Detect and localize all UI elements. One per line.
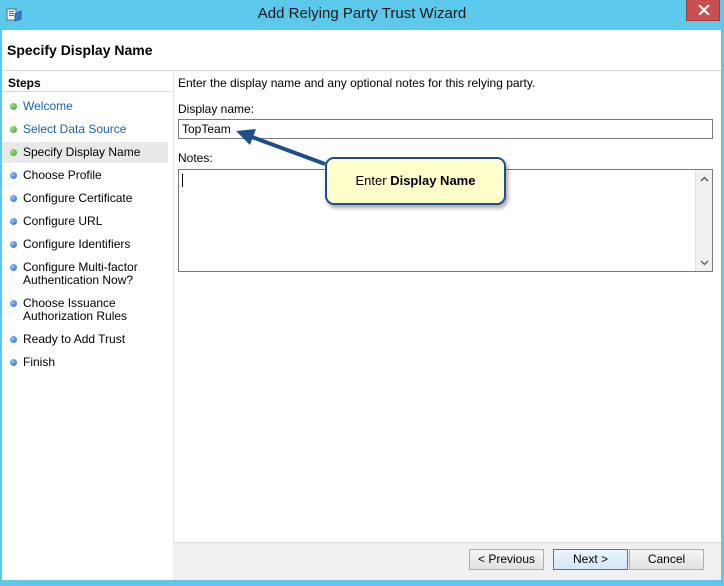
annotation-callout: Enter Display Name	[325, 157, 506, 205]
title-bar[interactable]: Add Relying Party Trust Wizard	[0, 0, 724, 30]
step-label: Finish	[23, 355, 56, 369]
wizard-window: Add Relying Party Trust Wizard Specify D…	[0, 0, 724, 586]
step-welcome[interactable]: Welcome	[2, 100, 168, 113]
chevron-up-icon	[700, 176, 708, 181]
step-pending-icon	[10, 359, 17, 366]
wizard-client-area: Specify Display Name Steps Welcome Selec…	[2, 30, 721, 580]
callout-emphasis: Display Name	[390, 173, 476, 188]
step-choose-profile[interactable]: Choose Profile	[2, 169, 168, 182]
step-label: Ready to Add Trust	[23, 332, 126, 346]
steps-divider	[2, 91, 171, 92]
step-pending-icon	[10, 336, 17, 343]
content-divider	[173, 72, 174, 580]
content-panel: Enter the display name and any optional …	[173, 72, 721, 580]
step-pending-icon	[10, 172, 17, 179]
chevron-down-icon	[700, 260, 708, 265]
button-bar: < Previous Next > Cancel	[173, 542, 721, 580]
notes-label: Notes:	[178, 151, 213, 165]
step-label: Configure Certificate	[23, 191, 133, 205]
step-label: Specify Display Name	[23, 145, 141, 159]
step-label-line2: Authorization Rules	[23, 309, 128, 323]
step-label: Select Data Source	[23, 122, 127, 136]
display-name-label: Display name:	[178, 102, 255, 116]
step-specify-display-name[interactable]: Specify Display Name	[2, 142, 168, 163]
previous-button[interactable]: < Previous	[469, 549, 544, 570]
close-button[interactable]	[686, 0, 720, 21]
step-ready-to-add-trust[interactable]: Ready to Add Trust	[2, 333, 168, 346]
notes-scrollbar[interactable]	[695, 170, 712, 271]
callout-prefix: Enter	[355, 173, 391, 188]
step-complete-icon	[10, 103, 17, 110]
step-complete-icon	[10, 149, 17, 156]
step-label: Configure Identifiers	[23, 237, 131, 251]
cancel-button[interactable]: Cancel	[629, 549, 704, 570]
steps-heading: Steps	[8, 76, 41, 90]
steps-panel: Steps Welcome Select Data Source Specify…	[2, 72, 171, 580]
step-configure-multi-factor[interactable]: Configure Multi-factor Authentication No…	[2, 261, 168, 287]
step-label: Configure URL	[23, 214, 103, 228]
step-label: Welcome	[23, 99, 73, 113]
step-configure-url[interactable]: Configure URL	[2, 215, 168, 228]
step-select-data-source[interactable]: Select Data Source	[2, 123, 168, 136]
text-caret	[182, 174, 183, 187]
display-name-input[interactable]: TopTeam	[178, 119, 713, 139]
step-pending-icon	[10, 195, 17, 202]
step-label-line2: Authentication Now?	[23, 273, 134, 287]
close-icon	[698, 5, 710, 15]
instruction-text: Enter the display name and any optional …	[178, 76, 536, 90]
step-pending-icon	[10, 264, 17, 271]
step-finish[interactable]: Finish	[2, 356, 168, 369]
scroll-up-button[interactable]	[696, 170, 712, 187]
step-complete-icon	[10, 126, 17, 133]
page-header: Specify Display Name	[2, 30, 721, 71]
step-pending-icon	[10, 300, 17, 307]
step-configure-certificate[interactable]: Configure Certificate	[2, 192, 168, 205]
step-label: Choose Profile	[23, 168, 102, 182]
step-pending-icon	[10, 241, 17, 248]
window-title: Add Relying Party Trust Wizard	[257, 5, 467, 22]
scroll-down-button[interactable]	[696, 254, 712, 271]
step-pending-icon	[10, 218, 17, 225]
step-choose-issuance-rules[interactable]: Choose Issuance Authorization Rules	[2, 297, 168, 323]
step-configure-identifiers[interactable]: Configure Identifiers	[2, 238, 168, 251]
page-title: Specify Display Name	[7, 42, 153, 58]
next-button[interactable]: Next >	[553, 549, 628, 570]
